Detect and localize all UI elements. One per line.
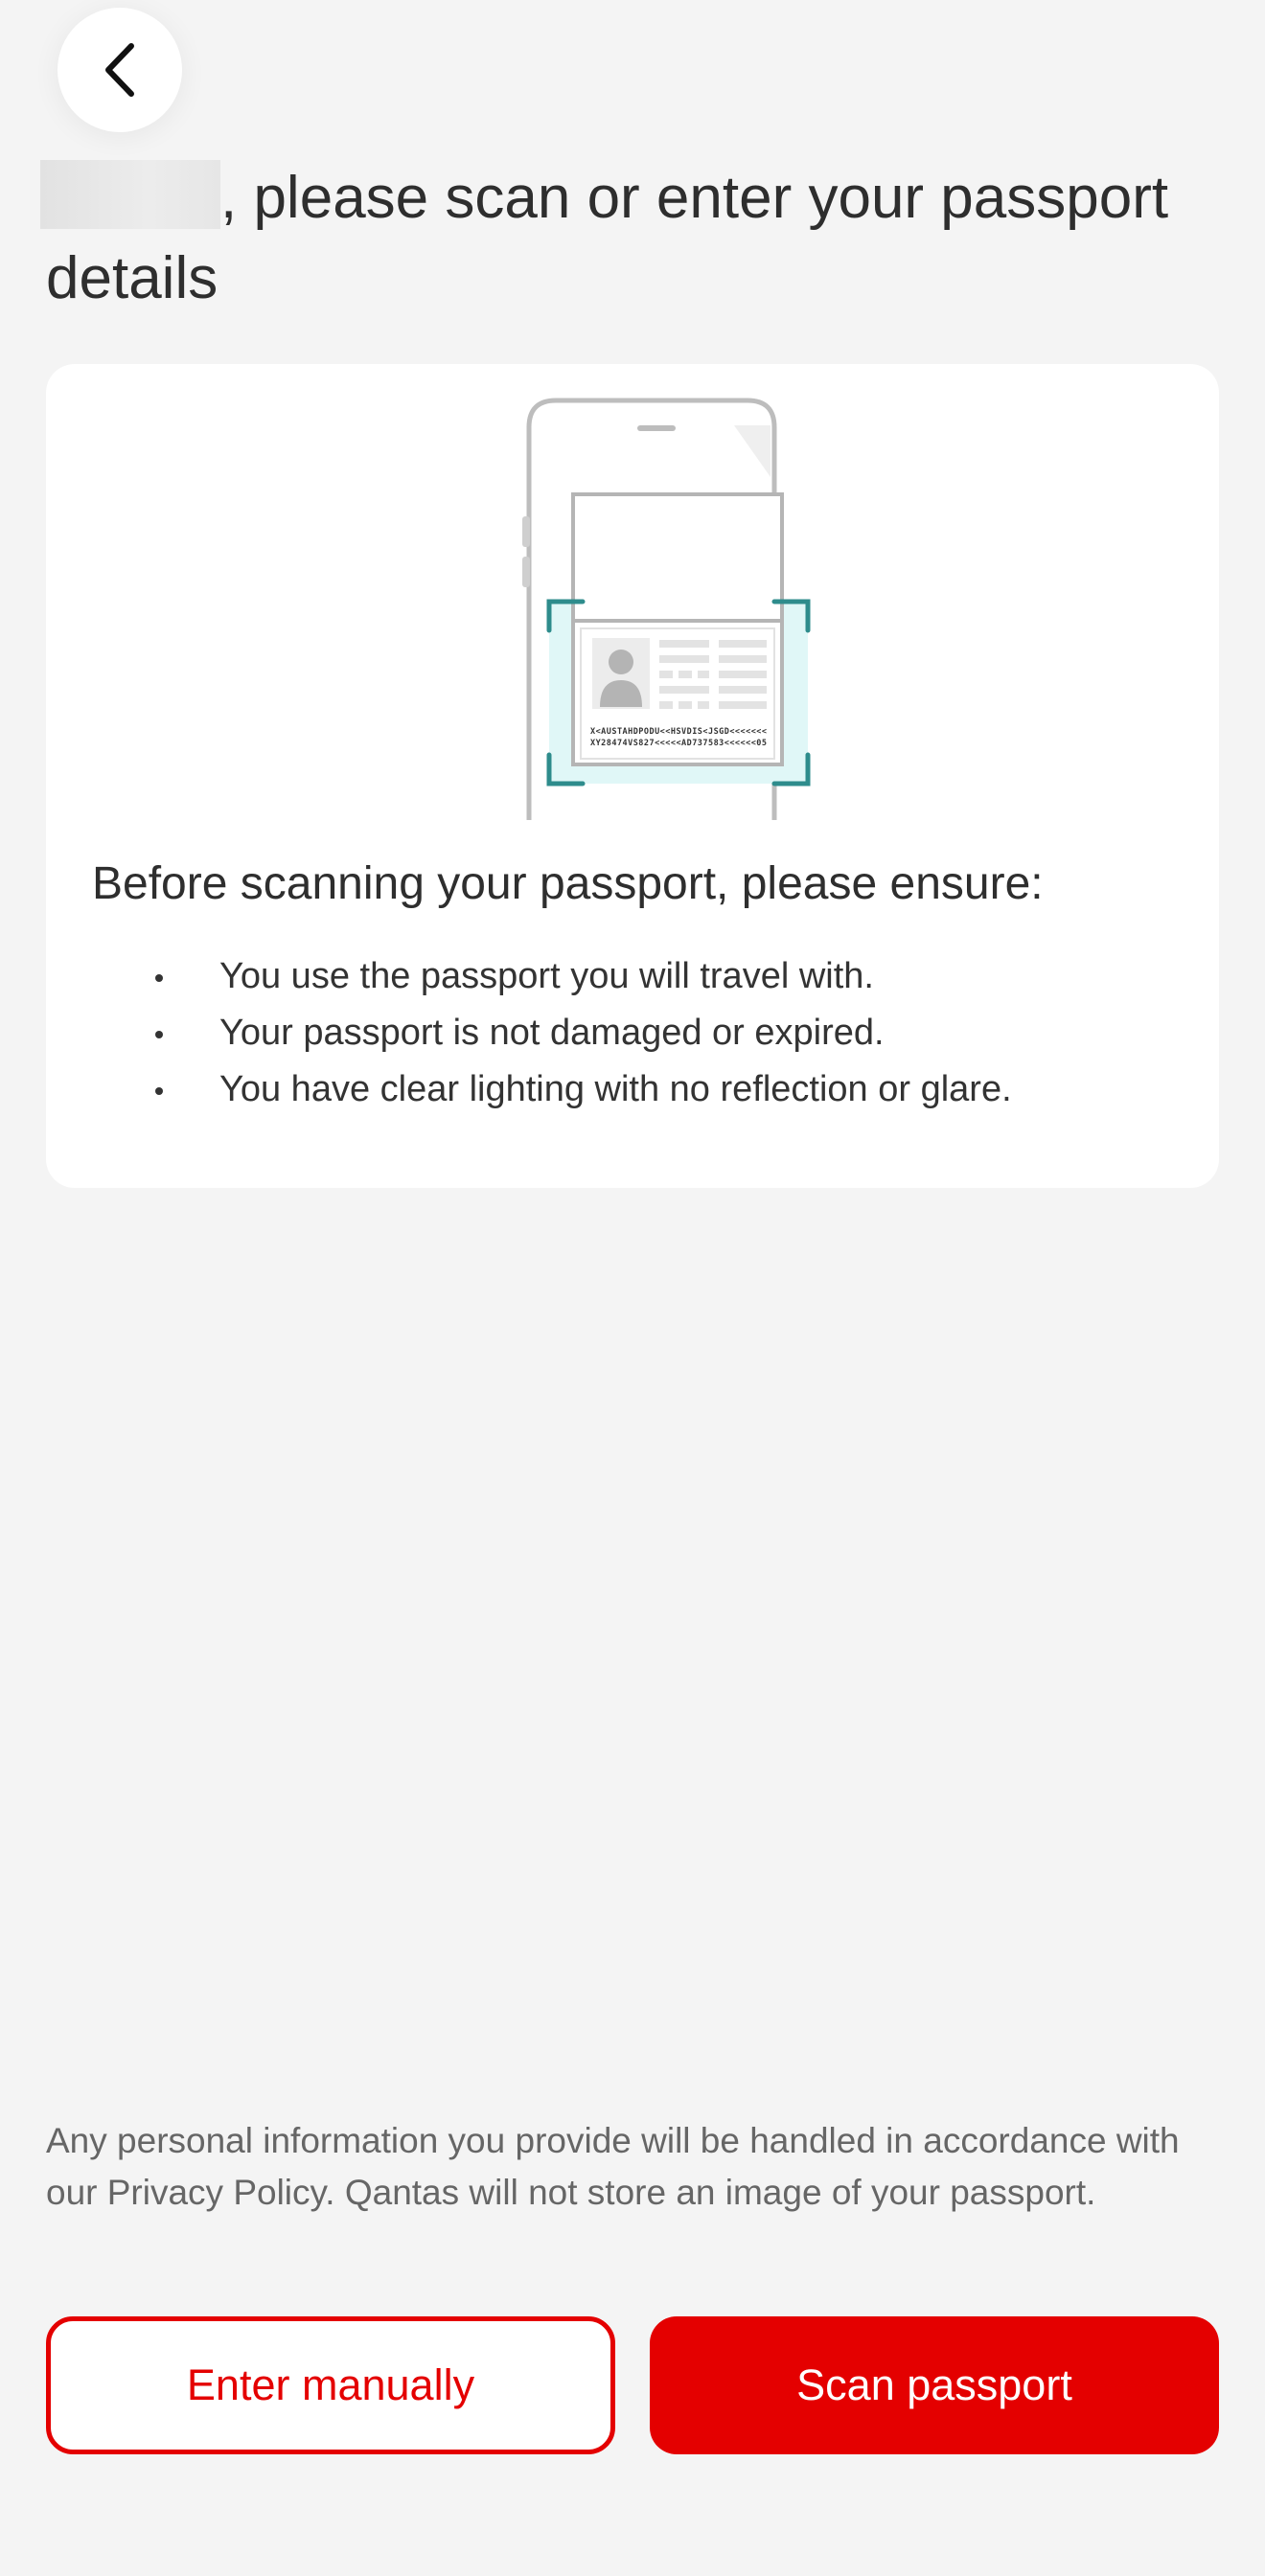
bullet xyxy=(155,1031,163,1038)
bullet xyxy=(155,974,163,982)
list-item: You have clear lighting with no reflecti… xyxy=(92,1061,1012,1118)
card-heading: Before scanning your passport, please en… xyxy=(92,858,1044,909)
privacy-notice: Any personal information you provide wil… xyxy=(46,2121,1180,2212)
list-item-text: You use the passport you will travel wit… xyxy=(219,956,874,996)
passport-instructions-card: X<AUSTAHDPODU<<HSVDIS<JSGD<<<<<<< XY2847… xyxy=(46,364,1219,1188)
requirements-list: You use the passport you will travel wit… xyxy=(92,948,1012,1118)
enter-manually-label: Enter manually xyxy=(186,2360,475,2409)
list-item-text: You have clear lighting with no reflecti… xyxy=(219,1069,1012,1109)
mrz-line-1: X<AUSTAHDPODU<<HSVDIS<JSGD<<<<<<< xyxy=(590,727,767,737)
enter-manually-button[interactable]: Enter manually xyxy=(46,2316,615,2454)
redacted-passenger-name xyxy=(40,160,220,229)
list-item: You use the passport you will travel wit… xyxy=(92,948,1012,1005)
back-button[interactable] xyxy=(58,8,182,132)
page-title: , please scan or enter your passport det… xyxy=(40,158,1177,319)
bullet xyxy=(155,1087,163,1095)
scan-passport-label: Scan passport xyxy=(796,2360,1072,2409)
chevron-left-icon xyxy=(105,43,134,97)
scan-passport-button[interactable]: Scan passport xyxy=(650,2316,1219,2454)
list-item: Your passport is not damaged or expired. xyxy=(92,1005,1012,1061)
phone-scanning-passport-illustration: X<AUSTAHDPODU<<HSVDIS<JSGD<<<<<<< XY2847… xyxy=(522,398,811,820)
mrz-line-2: XY28474VS827<<<<<AD737583<<<<<<05 xyxy=(590,739,767,748)
list-item-text: Your passport is not damaged or expired. xyxy=(219,1013,885,1053)
